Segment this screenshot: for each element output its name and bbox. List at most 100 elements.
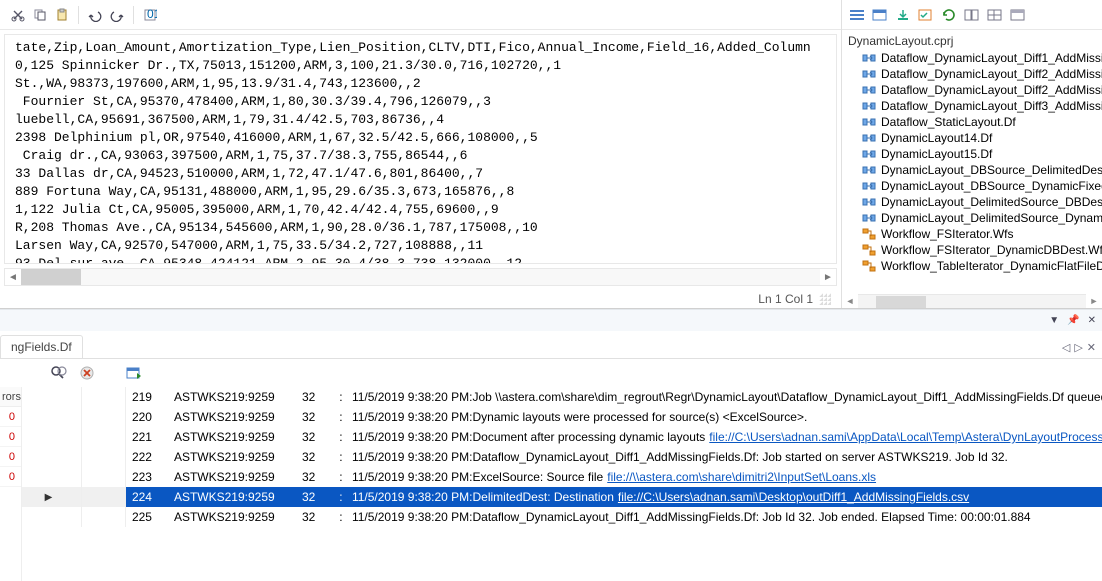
resize-gripper[interactable]	[819, 293, 831, 305]
scroll-right-arrow[interactable]: ►	[820, 269, 836, 285]
tree-item[interactable]: Dataflow_DynamicLayout_Diff2_AddMissingF…	[842, 66, 1102, 82]
row-message: 11/5/2019 9:38:20 PM: ExcelSource: Sourc…	[348, 467, 1102, 487]
row-number: 220	[126, 407, 168, 427]
row-message: 11/5/2019 9:38:20 PM: Dynamic layouts we…	[348, 407, 1102, 427]
refresh-icon[interactable]	[940, 6, 958, 24]
row-message: 11/5/2019 9:38:20 PM: DelimitedDest: Des…	[348, 487, 1102, 507]
goto-icon[interactable]	[126, 364, 144, 382]
row-gutter	[22, 447, 82, 467]
tree-item[interactable]: Workflow_TableIterator_DynamicFlatFileDe…	[842, 258, 1102, 274]
undo-button[interactable]	[85, 5, 105, 25]
dock-close-icon[interactable]: ✕	[1088, 315, 1096, 326]
tree-item[interactable]: Workflow_FSIterator_DynamicDBDest.Wfs	[842, 242, 1102, 258]
log-link[interactable]: file://C:\Users\adnan.sami\Desktop\outDi…	[618, 490, 969, 504]
tree-item[interactable]: Dataflow_DynamicLayout_Diff2_AddMissingF…	[842, 82, 1102, 98]
cut-button[interactable]	[8, 5, 28, 25]
log-row[interactable]: ▶224ASTWKS219:925932:11/5/2019 9:38:20 P…	[22, 487, 1102, 507]
log-row[interactable]: 222ASTWKS219:925932:11/5/2019 9:38:20 PM…	[22, 447, 1102, 467]
tab-close-icon[interactable]: ✕	[1087, 341, 1096, 354]
tree-item[interactable]: DynamicLayout_DBSource_DelimitedDest.Df	[842, 162, 1102, 178]
dataflow-icon	[862, 52, 876, 64]
window-icon[interactable]	[871, 6, 889, 24]
grid-icon[interactable]	[986, 6, 1004, 24]
output-tab[interactable]: ngFields.Df	[0, 335, 83, 358]
scroll-thumb[interactable]	[876, 296, 926, 308]
row-gutter	[22, 387, 82, 407]
row-number: 223	[126, 467, 168, 487]
log-row[interactable]: 221ASTWKS219:925932:11/5/2019 9:38:20 PM…	[22, 427, 1102, 447]
redo-button[interactable]	[107, 5, 127, 25]
dataflow-icon	[862, 164, 876, 176]
scroll-left-arrow[interactable]: ◄	[842, 294, 858, 308]
log-link[interactable]: file://C:\Users\adnan.sami\AppData\Local…	[709, 430, 1102, 444]
tree-item-label: Dataflow_DynamicLayout_Diff2_AddMissingF…	[881, 67, 1102, 81]
tree-item-label: DynamicLayout_DelimitedSource_DynamicDBD…	[881, 211, 1102, 225]
view-list-icon[interactable]	[848, 6, 866, 24]
log-row[interactable]: 220ASTWKS219:925932:11/5/2019 9:38:20 PM…	[22, 407, 1102, 427]
dataflow-icon	[862, 180, 876, 192]
code-button[interactable]: 010	[140, 5, 160, 25]
row-gutter: ▶	[22, 487, 82, 507]
row-job: 32	[296, 507, 334, 527]
row-message: 11/5/2019 9:38:20 PM: Dataflow_DynamicLa…	[348, 447, 1102, 467]
text-viewer[interactable]: tate,Zip,Loan_Amount,Amortization_Type,L…	[4, 34, 837, 264]
tree-item[interactable]: Dataflow_StaticLayout.Df	[842, 114, 1102, 130]
tree-item[interactable]: Dataflow_DynamicLayout_Diff3_AddMissingF…	[842, 98, 1102, 114]
settings-icon[interactable]	[1009, 6, 1027, 24]
find-icon[interactable]	[50, 364, 68, 382]
row-source: ASTWKS219:9259	[168, 467, 296, 487]
horizontal-scrollbar[interactable]: ◄ ►	[4, 268, 837, 286]
cursor-position: Ln 1 Col 1	[758, 292, 813, 306]
tab-next-icon[interactable]: ▷	[1074, 341, 1082, 354]
workflow-icon	[862, 228, 876, 240]
project-root[interactable]: DynamicLayout.cprj	[842, 32, 1102, 50]
tree-item[interactable]: DynamicLayout15.Df	[842, 146, 1102, 162]
log-row[interactable]: 225ASTWKS219:925932:11/5/2019 9:38:20 PM…	[22, 507, 1102, 527]
log-row[interactable]: 223ASTWKS219:925932:11/5/2019 9:38:20 PM…	[22, 467, 1102, 487]
row-gutter2	[82, 387, 126, 407]
tab-prev-icon[interactable]: ◁	[1062, 341, 1070, 354]
row-message: 11/5/2019 9:38:20 PM: Dataflow_DynamicLa…	[348, 507, 1102, 527]
tree-item-label: Workflow_FSIterator.Wfs	[881, 227, 1013, 241]
tree-item[interactable]: DynamicLayout14.Df	[842, 130, 1102, 146]
svg-text:010: 010	[147, 8, 157, 21]
log-row[interactable]: 219ASTWKS219:925932:11/5/2019 9:38:20 PM…	[22, 387, 1102, 407]
scroll-left-arrow[interactable]: ◄	[5, 269, 21, 285]
workflow-icon	[862, 244, 876, 256]
row-source: ASTWKS219:9259	[168, 387, 296, 407]
columns-icon[interactable]	[963, 6, 981, 24]
error-count: 0	[0, 447, 21, 467]
paste-button[interactable]	[52, 5, 72, 25]
tree-item[interactable]: Workflow_FSIterator.Wfs	[842, 226, 1102, 242]
dataflow-icon	[862, 132, 876, 144]
tree-item-label: Workflow_TableIterator_DynamicFlatFileDe…	[881, 259, 1102, 273]
row-gutter2	[82, 467, 126, 487]
log-link[interactable]: file://\\astera.com\share\dimitri2\Input…	[607, 470, 876, 484]
tree-item[interactable]: DynamicLayout_DBSource_DynamicFixedLengt…	[842, 178, 1102, 194]
scroll-thumb[interactable]	[21, 269, 81, 285]
errors-header: rors	[0, 387, 21, 407]
tree-item-label: DynamicLayout15.Df	[881, 147, 992, 161]
row-gutter	[22, 467, 82, 487]
tree-item[interactable]: Dataflow_DynamicLayout_Diff1_AddMissingF…	[842, 50, 1102, 66]
row-job: 32	[296, 447, 334, 467]
dock-pin-icon[interactable]: 📌	[1067, 315, 1079, 326]
project-toolbar	[842, 0, 1102, 30]
row-source: ASTWKS219:9259	[168, 427, 296, 447]
tree-item[interactable]: DynamicLayout_DelimitedSource_DBDest.Df	[842, 194, 1102, 210]
dock-menu-icon[interactable]: ▼	[1049, 315, 1059, 326]
tree-item[interactable]: DynamicLayout_DelimitedSource_DynamicDBD…	[842, 210, 1102, 226]
checklist-icon[interactable]	[917, 6, 935, 24]
project-pane: DynamicLayout.cprj Dataflow_DynamicLayou…	[842, 0, 1102, 308]
scroll-right-arrow[interactable]: ►	[1086, 294, 1102, 308]
download-icon[interactable]	[894, 6, 912, 24]
row-gutter2	[82, 487, 126, 507]
row-sep: :	[334, 487, 348, 507]
tree-item-label: Dataflow_DynamicLayout_Diff3_AddMissingF…	[881, 99, 1102, 113]
stop-icon[interactable]	[78, 364, 96, 382]
tree-item-label: DynamicLayout14.Df	[881, 131, 992, 145]
copy-button[interactable]	[30, 5, 50, 25]
project-hscroll[interactable]: ◄ ►	[842, 294, 1102, 308]
project-tree[interactable]: DynamicLayout.cprj Dataflow_DynamicLayou…	[842, 30, 1102, 294]
log-grid[interactable]: rors0000219ASTWKS219:925932:11/5/2019 9:…	[0, 387, 1102, 581]
